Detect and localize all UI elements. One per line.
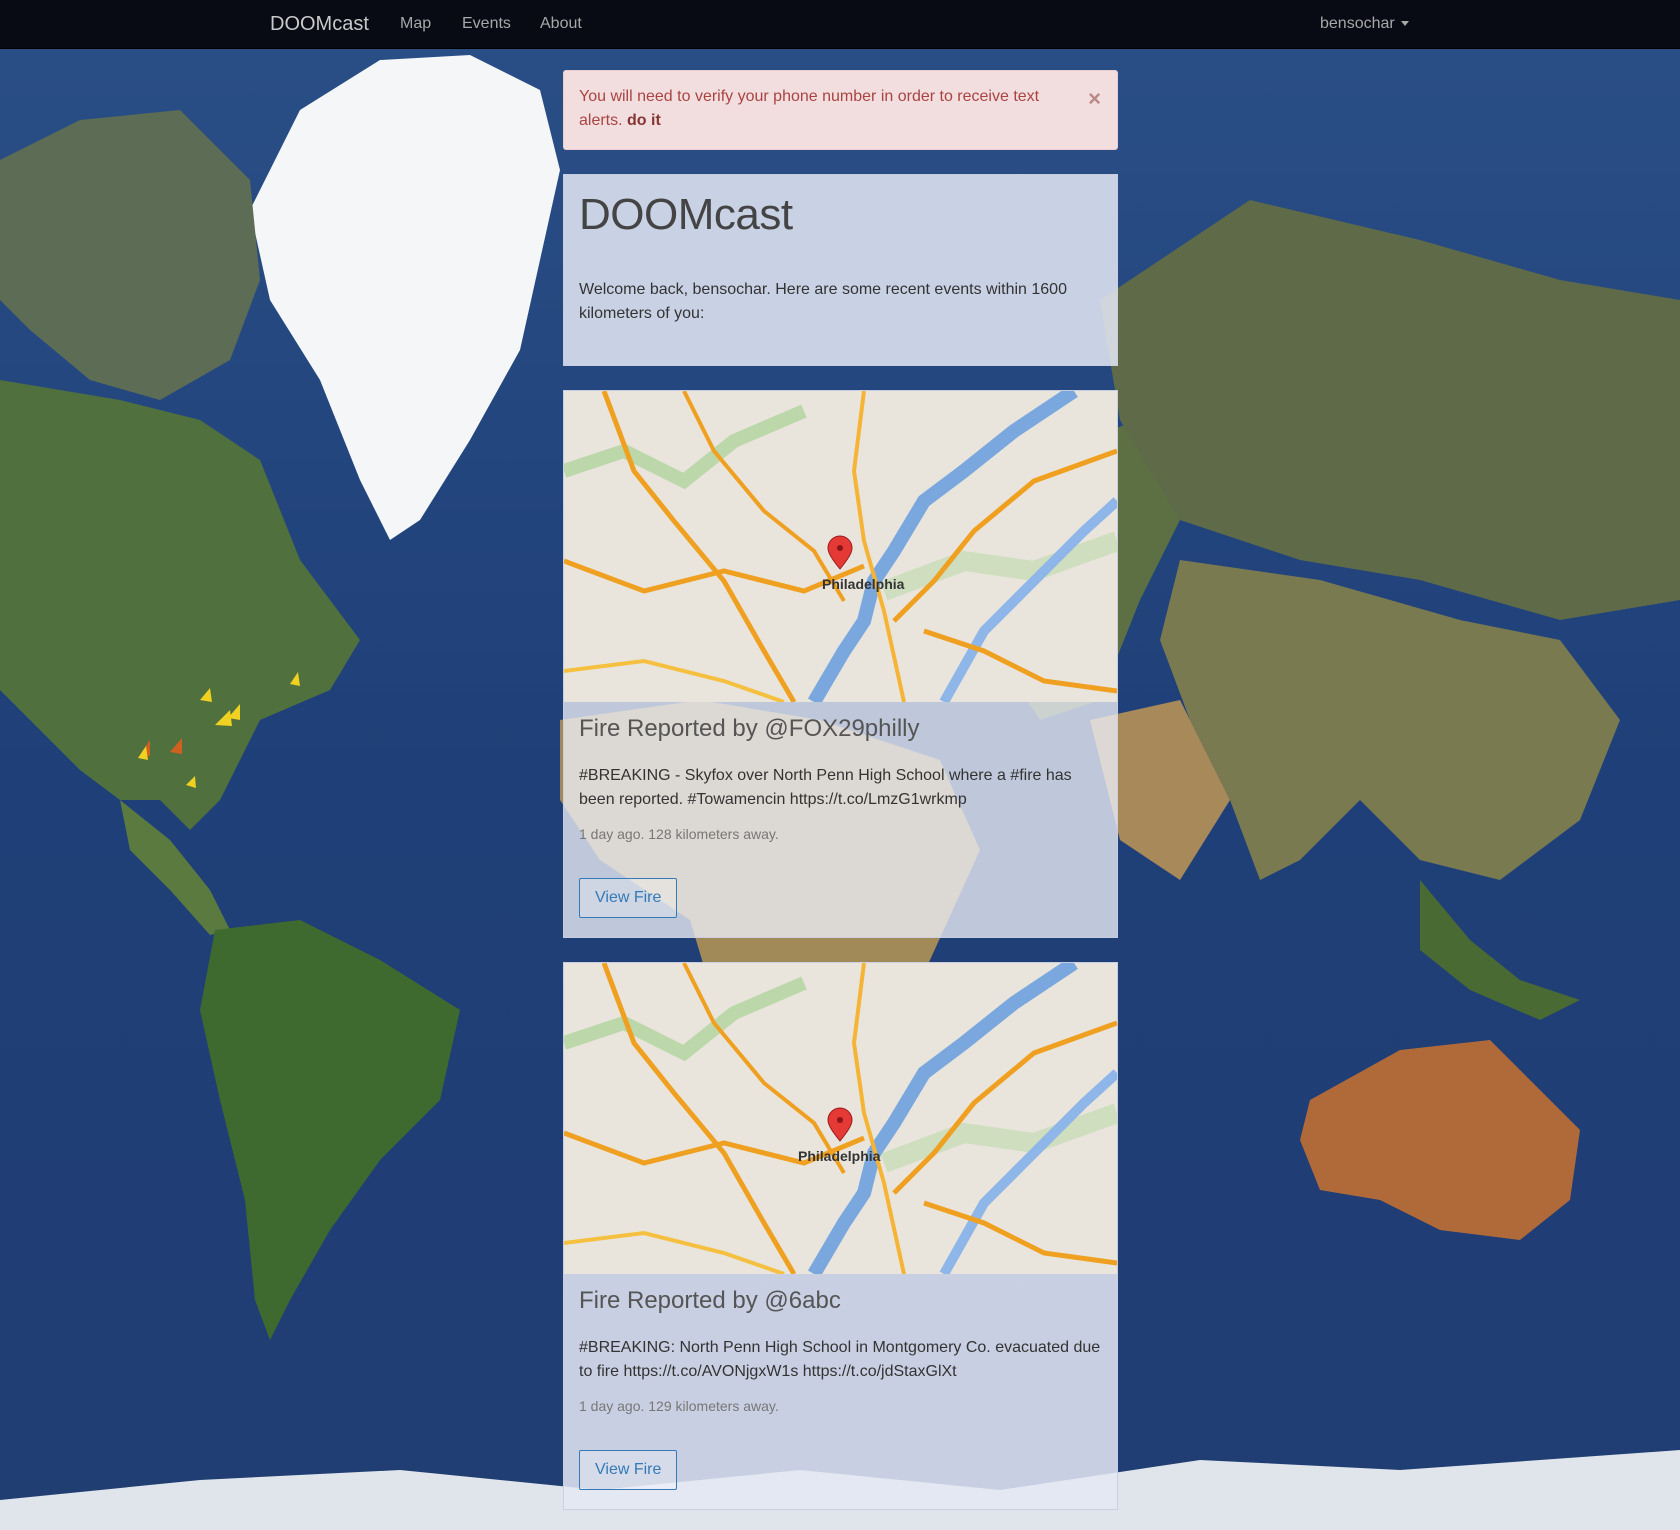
- event-body: Fire Reported by @6abc #BREAKING: North …: [564, 1274, 1117, 1490]
- event-card: Philadelphia Fire Reported by @FOX29phil…: [563, 390, 1118, 938]
- phone-verify-alert: You will need to verify your phone numbe…: [563, 70, 1118, 150]
- map-city-label: Philadelphia: [822, 576, 905, 592]
- view-fire-button[interactable]: View Fire: [579, 878, 678, 918]
- nav-link-about[interactable]: About: [540, 15, 582, 33]
- nav-link-events[interactable]: Events: [462, 15, 511, 33]
- top-navbar: DOOMcast Map Events About bensochar: [0, 0, 1680, 49]
- user-menu-label: bensochar: [1320, 15, 1395, 32]
- page-title: DOOMcast: [579, 190, 793, 239]
- event-body: Fire Reported by @FOX29philly #BREAKING …: [564, 702, 1117, 918]
- map-city-label: Philadelphia: [798, 1148, 881, 1164]
- event-meta: 1 day ago. 129 kilometers away.: [579, 1398, 779, 1414]
- welcome-panel: DOOMcast Welcome back, bensochar. Here a…: [563, 174, 1118, 366]
- view-fire-button[interactable]: View Fire: [579, 1450, 678, 1490]
- close-icon[interactable]: ×: [1088, 88, 1101, 110]
- content-column: You will need to verify your phone numbe…: [563, 70, 1118, 1510]
- event-title: Fire Reported by @FOX29philly: [579, 715, 920, 742]
- user-menu[interactable]: bensochar: [1320, 15, 1409, 33]
- nav-link-map[interactable]: Map: [400, 15, 431, 33]
- event-card: Philadelphia Fire Reported by @6abc #BRE…: [563, 962, 1118, 1510]
- brand-link[interactable]: DOOMcast: [270, 13, 369, 36]
- verify-link[interactable]: do it: [627, 112, 661, 129]
- event-map-thumbnail[interactable]: Philadelphia: [564, 391, 1117, 702]
- welcome-text: Welcome back, bensochar. Here are some r…: [579, 281, 1067, 322]
- event-title: Fire Reported by @6abc: [579, 1287, 841, 1314]
- event-tweet: #BREAKING - Skyfox over North Penn High …: [579, 767, 1072, 808]
- caret-down-icon: [1400, 21, 1409, 27]
- event-tweet: #BREAKING: North Penn High School in Mon…: [579, 1339, 1101, 1380]
- event-meta: 1 day ago. 128 kilometers away.: [579, 826, 779, 842]
- event-map-thumbnail[interactable]: Philadelphia: [564, 963, 1117, 1274]
